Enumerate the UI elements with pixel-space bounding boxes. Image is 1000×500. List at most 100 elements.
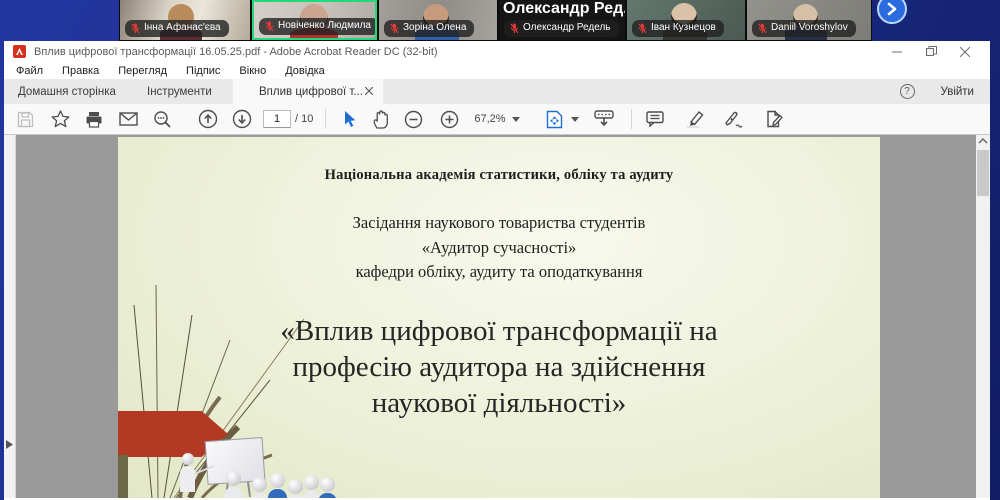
plus-circle-icon bbox=[440, 110, 459, 129]
participant-name: Іван Кузнецов bbox=[651, 22, 716, 34]
favorites-button[interactable] bbox=[47, 107, 73, 131]
acrobat-app-icon bbox=[13, 45, 26, 58]
clipart-whiteboard-leg bbox=[247, 482, 251, 497]
menu-file[interactable]: Файл bbox=[16, 65, 43, 77]
zoom-out-button[interactable] bbox=[400, 107, 426, 131]
email-button[interactable] bbox=[115, 107, 141, 131]
participant-name: Інна Афанас'єва bbox=[144, 22, 221, 34]
tab-document-label: Вплив цифрової т... bbox=[259, 86, 363, 98]
help-glyph: ? bbox=[904, 86, 910, 97]
fill-sign-button[interactable] bbox=[722, 107, 748, 131]
participant-tile-no-video[interactable]: Олександр Ред... Олександр Редель bbox=[499, 0, 625, 40]
slide-title-line: наукової діяльності» bbox=[118, 385, 880, 421]
search-button[interactable] bbox=[149, 107, 175, 131]
slide-subtitle-line: Засідання наукового товариства студентів bbox=[118, 211, 880, 236]
page-number-input[interactable] bbox=[263, 110, 291, 128]
tab-document-active[interactable]: Вплив цифрової т... bbox=[233, 79, 383, 104]
tab-tools[interactable]: Інструменти bbox=[147, 79, 212, 104]
participant-name: Олександр Редель bbox=[523, 22, 611, 34]
expand-pane-arrow-icon[interactable] bbox=[6, 440, 13, 449]
participant-name-badge: Олександр Редель bbox=[504, 20, 619, 37]
window-controls bbox=[880, 41, 982, 62]
caret-down-icon bbox=[512, 117, 520, 122]
participant-tile-active-speaker[interactable]: Новіченко Людмила bbox=[252, 0, 377, 40]
zoom-level-value: 67,2% bbox=[474, 113, 505, 125]
zoom-in-button[interactable] bbox=[436, 107, 462, 131]
tab-close-button[interactable] bbox=[365, 86, 373, 98]
acrobat-window: Вплив цифрової трансформації 16.05.25.pd… bbox=[4, 41, 990, 500]
scrollbar-thumb[interactable] bbox=[977, 150, 989, 196]
vertical-scrollbar[interactable] bbox=[976, 135, 990, 498]
slide-subtitle-line: кафедри обліку, аудиту та оподаткування bbox=[118, 260, 880, 285]
highlight-button[interactable] bbox=[682, 107, 708, 131]
search-icon bbox=[153, 110, 172, 129]
muted-mic-icon bbox=[390, 23, 399, 34]
scroll-up-arrow-icon[interactable] bbox=[977, 137, 989, 145]
fit-page-icon bbox=[546, 110, 563, 129]
restore-button[interactable] bbox=[914, 41, 948, 62]
page-count-label: / 10 bbox=[295, 113, 313, 125]
minus-circle-icon bbox=[404, 110, 423, 129]
muted-mic-icon bbox=[758, 23, 767, 34]
hand-tool-button[interactable] bbox=[368, 107, 394, 131]
select-tool-button[interactable] bbox=[336, 107, 362, 131]
restore-icon bbox=[926, 46, 937, 57]
minimize-icon bbox=[892, 47, 902, 57]
participant-name-badge: Інна Афанас'єва bbox=[125, 20, 229, 37]
print-button[interactable] bbox=[81, 107, 107, 131]
sign-in-button[interactable]: Увійти bbox=[941, 86, 974, 98]
page-display-button[interactable] bbox=[591, 107, 617, 131]
scrolling-view-icon bbox=[594, 110, 614, 128]
close-icon bbox=[960, 47, 970, 57]
zoom-level-dropdown[interactable]: 67,2% bbox=[474, 113, 519, 125]
star-icon bbox=[51, 110, 70, 128]
menu-help[interactable]: Довідка bbox=[285, 65, 325, 77]
participant-name: Daniil Voroshylov bbox=[771, 22, 848, 34]
clipart-presenter-figure bbox=[182, 453, 195, 492]
participant-name-badge: Новіченко Людмила bbox=[259, 18, 377, 35]
toolbar: / 10 67,2% bbox=[4, 104, 990, 135]
close-button[interactable] bbox=[948, 41, 982, 62]
menu-window[interactable]: Вікно bbox=[239, 65, 266, 77]
menu-view[interactable]: Перегляд bbox=[118, 65, 167, 77]
participant-tile[interactable]: Зоріна Олена bbox=[379, 0, 497, 40]
save-button[interactable] bbox=[12, 107, 38, 131]
comment-bubble-icon bbox=[646, 111, 664, 127]
menu-bar: Файл Правка Перегляд Підпис Вікно Довідк… bbox=[4, 62, 990, 79]
highlighter-icon bbox=[685, 110, 705, 128]
next-page-button[interactable] bbox=[229, 107, 255, 131]
participant-name: Зоріна Олена bbox=[403, 22, 466, 34]
minimize-button[interactable] bbox=[880, 41, 914, 62]
menu-sign[interactable]: Підпис bbox=[186, 65, 220, 77]
more-tools-button[interactable] bbox=[760, 107, 786, 131]
participant-tile[interactable]: Daniil Voroshylov bbox=[747, 0, 871, 40]
participant-tile[interactable]: Інна Афанас'єва bbox=[120, 0, 250, 40]
participant-tile[interactable]: Іван Кузнецов bbox=[627, 0, 745, 40]
previous-page-button[interactable] bbox=[195, 107, 221, 131]
slide-subtitle-line: «Аудитор сучасності» bbox=[118, 236, 880, 261]
slide-title: «Вплив цифрової трансформації на професі… bbox=[118, 313, 880, 421]
window-titlebar[interactable]: Вплив цифрової трансформації 16.05.25.pd… bbox=[4, 41, 990, 62]
fit-page-button[interactable] bbox=[542, 107, 568, 131]
menu-edit[interactable]: Правка bbox=[62, 65, 99, 77]
save-icon bbox=[17, 111, 34, 128]
caret-down-icon[interactable] bbox=[571, 117, 579, 122]
slide-clipart-presentation bbox=[178, 435, 458, 498]
slide-heading: Національна академія статистики, обліку … bbox=[118, 137, 880, 184]
navigation-pane-collapsed[interactable] bbox=[4, 135, 16, 498]
pdf-page[interactable]: Національна академія статистики, обліку … bbox=[118, 137, 880, 498]
gallery-next-page-button[interactable] bbox=[877, 0, 907, 24]
edit-page-icon bbox=[763, 110, 783, 128]
tab-home[interactable]: Домашня сторінка bbox=[18, 79, 116, 104]
window-title: Вплив цифрової трансформації 16.05.25.pd… bbox=[34, 46, 438, 58]
help-icon[interactable]: ? bbox=[900, 84, 915, 99]
clipart-audience-figure bbox=[304, 475, 321, 498]
close-icon bbox=[365, 87, 373, 95]
tab-tools-label: Інструменти bbox=[147, 86, 212, 98]
comment-button[interactable] bbox=[642, 107, 668, 131]
screen: Інна Афанас'єва Новіченко Людмила Зоріна… bbox=[0, 0, 1000, 500]
slide-subtitle: Засідання наукового товариства студентів… bbox=[118, 211, 880, 285]
arrow-up-circle-icon bbox=[198, 109, 218, 129]
participant-name-badge: Daniil Voroshylov bbox=[752, 20, 856, 37]
participant-name: Новіченко Людмила bbox=[278, 20, 371, 32]
